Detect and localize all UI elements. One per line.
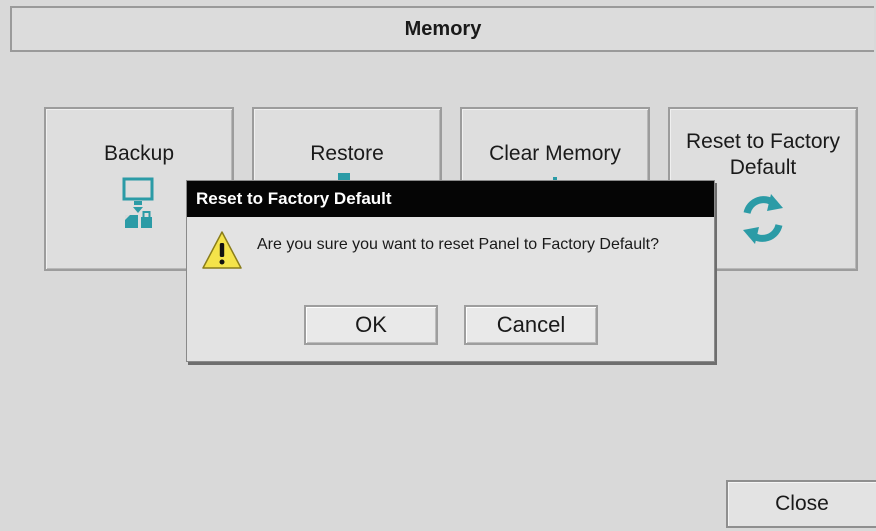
page-title: Memory (10, 6, 874, 52)
close-button[interactable]: Close (726, 480, 876, 528)
dialog-body: Are you sure you want to reset Panel to … (187, 217, 714, 287)
memory-screen: Memory Backup Restore Clear Memory Reset… (0, 0, 876, 531)
clear-memory-label: Clear Memory (489, 142, 621, 165)
dialog-title: Reset to Factory Default (187, 181, 714, 217)
backup-label: Backup (103, 142, 175, 165)
ok-button[interactable]: OK (304, 305, 438, 345)
warning-icon (201, 229, 243, 276)
dialog-message: Are you sure you want to reset Panel to … (257, 236, 659, 253)
cancel-button[interactable]: Cancel (464, 305, 598, 345)
reset-factory-label: Reset to Factory Default (685, 130, 841, 179)
restore-label: Restore (310, 142, 384, 165)
confirm-dialog: Reset to Factory Default Are you sure yo… (186, 180, 715, 362)
